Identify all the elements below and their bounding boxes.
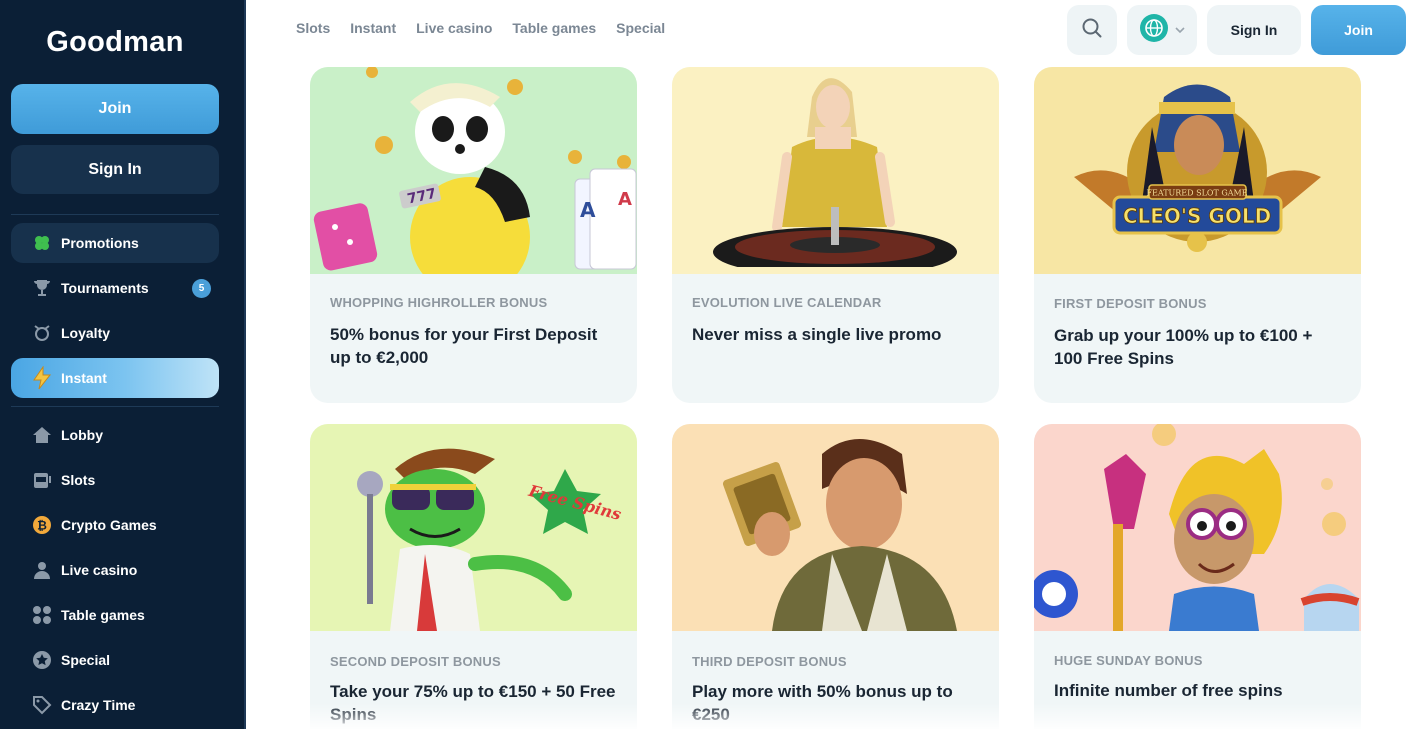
sidebar-item-tournaments[interactable]: Tournaments 5 (11, 268, 219, 308)
sidebar-item-special[interactable]: Special (11, 640, 219, 680)
promo-card[interactable]: FEATURED SLOT GAME CLEO'S GOLD FIRST DEP… (1034, 67, 1361, 403)
promo-category: EVOLUTION LIVE CALENDAR (692, 295, 882, 310)
promo-card-image: Free Spins (310, 424, 637, 631)
dealer-icon (31, 559, 53, 581)
svg-text:₿: ₿ (37, 519, 47, 533)
promo-card-image: FEATURED SLOT GAME CLEO'S GOLD (1034, 67, 1361, 274)
tag-icon (31, 694, 53, 716)
chips-icon (31, 604, 53, 626)
home-icon (31, 424, 53, 446)
sidebar-item-live-casino[interactable]: Live casino (11, 550, 219, 590)
language-selector[interactable] (1127, 5, 1197, 55)
sidebar-item-label: Instant (61, 370, 107, 386)
nav-link-live-casino[interactable]: Live casino (416, 20, 492, 36)
sidebar-item-slots[interactable]: Slots (11, 460, 219, 500)
promo-title: Take your 75% up to €150 + 50 Free Spins (330, 682, 616, 724)
promo-card[interactable]: Free Spins SECOND DEPOSIT BONUS Take you… (310, 424, 637, 729)
sidebar: Goodman Join Sign In Promotions Tourname… (0, 0, 246, 729)
promo-title: Never miss a single live promo (692, 325, 942, 344)
star-icon (31, 649, 53, 671)
promo-card[interactable]: THIRD DEPOSIT BONUS Play more with 50% b… (672, 424, 999, 729)
sidebar-item-label: Crazy Time (61, 697, 136, 713)
nav-link-special[interactable]: Special (616, 20, 665, 36)
promo-title: Infinite number of free spins (1054, 681, 1283, 700)
sidebar-item-lobby[interactable]: Lobby (11, 415, 219, 455)
sidebar-item-crazy-time[interactable]: Crazy Time (11, 685, 219, 725)
promo-card-image (1034, 424, 1361, 631)
promo-category: FIRST DEPOSIT BONUS (1054, 296, 1207, 311)
bitcoin-icon: ₿ (31, 514, 53, 536)
nav-link-instant[interactable]: Instant (350, 20, 396, 36)
svg-text:A: A (580, 198, 596, 222)
trophy-icon (31, 277, 53, 299)
promo-card-image (672, 67, 999, 274)
header-signin-button[interactable]: Sign In (1207, 5, 1301, 55)
top-navigation: Slots Instant Live casino Table games Sp… (246, 0, 1418, 62)
promo-card[interactable]: EVOLUTION LIVE CALENDAR Never miss a sin… (672, 67, 999, 403)
divider (11, 406, 219, 407)
promo-title: Play more with 50% bonus up to €250 (692, 682, 953, 724)
promo-card[interactable]: 777 A A WHOPPING HIGHROLLER BONUS 50% bo… (310, 67, 637, 403)
nav-link-table-games[interactable]: Table games (512, 20, 596, 36)
sidebar-item-label: Lobby (61, 427, 103, 443)
sidebar-item-instant[interactable]: Instant (11, 358, 219, 398)
sidebar-item-label: Tournaments (61, 280, 149, 296)
sidebar-item-label: Loyalty (61, 325, 111, 341)
search-button[interactable] (1067, 5, 1117, 55)
search-icon (1081, 17, 1103, 44)
svg-text:A: A (618, 189, 632, 210)
sidebar-item-label: Table games (61, 607, 145, 623)
sidebar-join-button[interactable]: Join (11, 84, 219, 134)
chevron-down-icon (1175, 21, 1185, 39)
sidebar-item-table-games[interactable]: Table games (11, 595, 219, 635)
slot-machine-icon (31, 469, 53, 491)
sidebar-item-crypto-games[interactable]: ₿ Crypto Games (11, 505, 219, 545)
promo-title: 50% bonus for your First Deposit up to €… (330, 325, 598, 367)
header-join-button[interactable]: Join (1311, 5, 1406, 55)
sidebar-item-label: Special (61, 652, 111, 668)
promo-category: SECOND DEPOSIT BONUS (330, 654, 501, 669)
promo-category: HUGE SUNDAY BONUS (1054, 653, 1203, 668)
promo-card-image: 777 A A (310, 67, 637, 274)
logo[interactable]: Goodman (0, 26, 230, 59)
tournaments-count-badge: 5 (192, 279, 211, 298)
sidebar-item-label: Live casino (61, 562, 138, 578)
promo-title: Grab up your 100% up to €100 + 100 Free … (1054, 326, 1313, 368)
divider (11, 214, 219, 215)
promo-card-image (672, 424, 999, 631)
sidebar-item-loyalty[interactable]: Loyalty (11, 313, 219, 353)
loyalty-icon (31, 322, 53, 344)
sidebar-item-promotions[interactable]: Promotions (11, 223, 219, 263)
sidebar-item-label: Crypto Games (61, 517, 157, 533)
cleo-featured-text: FEATURED SLOT GAME (1146, 189, 1247, 198)
promo-card[interactable]: HUGE SUNDAY BONUS Infinite number of fre… (1034, 424, 1361, 729)
promo-category: WHOPPING HIGHROLLER BONUS (330, 295, 548, 310)
sidebar-item-label: Slots (61, 472, 96, 488)
lightning-icon (31, 366, 53, 390)
promo-category: THIRD DEPOSIT BONUS (692, 654, 847, 669)
clover-icon (31, 232, 53, 254)
sidebar-item-label: Promotions (61, 235, 139, 251)
sidebar-signin-button[interactable]: Sign In (11, 145, 219, 194)
cleo-title-text: CLEO'S GOLD (1123, 204, 1271, 228)
globe-icon (1139, 13, 1169, 48)
nav-link-slots[interactable]: Slots (296, 20, 330, 36)
